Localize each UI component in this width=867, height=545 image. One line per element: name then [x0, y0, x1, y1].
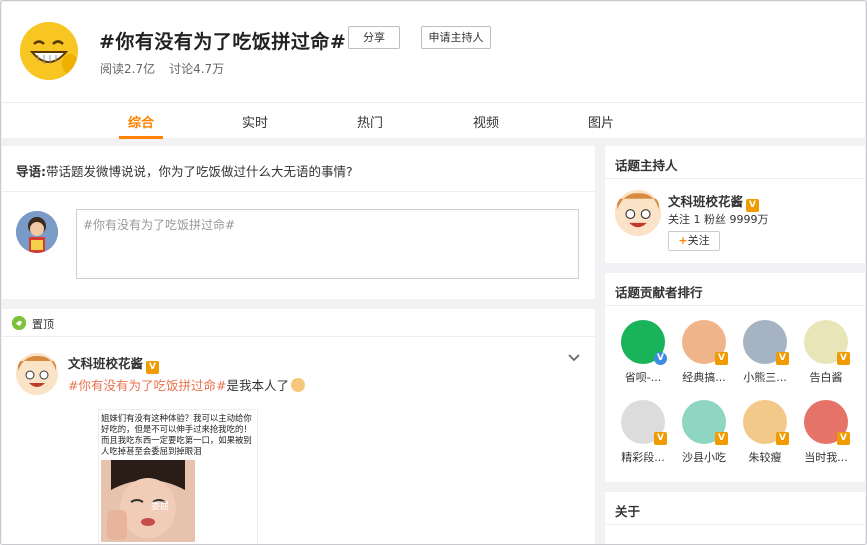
contributor-name: 朱较瘦 [748, 451, 782, 464]
contributor-item[interactable]: V 省呗-... [615, 320, 671, 385]
host-avatar[interactable] [615, 190, 661, 236]
verified-badge-icon: V [837, 432, 850, 445]
contributor-item[interactable]: V 当时我... [798, 400, 854, 465]
host-panel-title: 话题主持人 [615, 158, 678, 173]
tab-overview[interactable]: 综合 [111, 112, 171, 131]
tab-video[interactable]: 视频 [456, 112, 516, 131]
doge-emoji-icon [290, 378, 305, 392]
verified-badge-icon: V [776, 352, 789, 365]
post-image[interactable]: 姐妹们有没有这种体验？我可以主动给你好吃的，但是不可以伸手过来抢我吃的！而且我吃… [98, 409, 258, 544]
topic-emoji-icon [20, 22, 78, 80]
post-author-name[interactable]: 文科班校花酱 V [68, 353, 160, 374]
verified-badge-icon: V [776, 432, 789, 445]
about-panel: 关于 [605, 492, 865, 544]
composer-input[interactable]: #你有没有为了吃饭拼过命# [76, 209, 579, 279]
avatar[interactable]: V [682, 400, 728, 445]
image-photo [101, 460, 195, 542]
post-text-body: 是我本人了 [226, 378, 289, 393]
contributor-name: 告白酱 [809, 371, 843, 384]
host-name[interactable]: 文科班校花酱 V [668, 191, 760, 212]
host-stats: 关注 1 粉丝 9999万 [668, 213, 769, 226]
avatar[interactable]: V [804, 320, 850, 365]
divider [605, 524, 865, 525]
read-count: 阅读2.7亿 [100, 62, 156, 76]
tab-realtime[interactable]: 实时 [225, 112, 285, 131]
pin-icon [12, 316, 26, 330]
active-tab-indicator [119, 136, 163, 139]
avatar[interactable]: V [621, 320, 667, 365]
intro-text: 导语:带话题发微博说说，你为了吃饭做过什么大无语的事情? [16, 161, 353, 180]
contributor-name: 小熊三... [743, 371, 787, 384]
apply-host-button[interactable]: 申请主持人 [421, 26, 491, 49]
avatar[interactable] [16, 211, 58, 253]
plus-icon: + [678, 234, 688, 247]
verified-badge-icon: V [654, 352, 667, 365]
topic-host-panel: 话题主持人 文科班校花酱 V 关注 1 粉丝 9999万 +关注 [605, 146, 865, 263]
follow-button[interactable]: +关注 [668, 231, 720, 251]
post-author-label: 文科班校花酱 [68, 356, 144, 371]
contributor-item[interactable]: V 沙县小吃 [676, 400, 732, 465]
avatar[interactable]: V [743, 320, 789, 365]
tab-images[interactable]: 图片 [571, 112, 631, 131]
contributor-name: 当时我... [804, 451, 848, 464]
verified-badge-icon: V [654, 432, 667, 445]
topic-tabs: 综合 实时 热门 视频 图片 [2, 102, 865, 139]
discuss-count: 讨论4.7万 [169, 62, 225, 76]
topic-stats: 阅读2.7亿 讨论4.7万 [100, 60, 238, 77]
contributor-item[interactable]: V 告白酱 [798, 320, 854, 385]
verified-badge-icon: V [146, 361, 160, 374]
contributor-rank-panel: 话题贡献者排行 V 省呗-... V 经典搞... V 小熊三... V 告白酱 V 精彩段...… [605, 273, 865, 482]
contributor-name: 经典搞... [682, 371, 726, 384]
post-author-avatar[interactable] [16, 353, 58, 395]
image-overlay-text: 委屈 [151, 502, 170, 512]
host-name-label: 文科班校花酱 [668, 194, 744, 209]
topic-header: #你有没有为了吃饭拼过命# 分享 申请主持人 阅读2.7亿 讨论4.7万 [2, 2, 865, 102]
divider [605, 305, 865, 306]
contributor-item[interactable]: V 小熊三... [737, 320, 793, 385]
topic-title: #你有没有为了吃饭拼过命# [99, 31, 347, 53]
contributor-name: 省呗-... [624, 371, 662, 384]
tab-hot[interactable]: 热门 [340, 112, 400, 131]
divider [605, 178, 865, 179]
pinned-label: 置顶 [32, 318, 54, 331]
contributor-item[interactable]: V 朱较瘦 [737, 400, 793, 465]
topic-intro: 导语:带话题发微博说说，你为了吃饭做过什么大无语的事情? [2, 146, 595, 191]
contributor-item[interactable]: V 经典搞... [676, 320, 732, 385]
feed-post: 文科班校花酱 V #你有没有为了吃饭拼过命#是我本人了 姐妹们有没有这种体验？我可… [2, 337, 595, 544]
contributor-name: 精彩段... [621, 451, 665, 464]
avatar[interactable]: V [682, 320, 728, 365]
page-frame: #你有没有为了吃饭拼过命# 分享 申请主持人 阅读2.7亿 讨论4.7万 综合 实… [0, 0, 867, 545]
post-composer: #你有没有为了吃饭拼过命# [2, 191, 595, 299]
about-panel-title: 关于 [615, 504, 641, 519]
contributor-name: 沙县小吃 [682, 451, 726, 464]
avatar[interactable]: V [621, 400, 667, 445]
rank-panel-title: 话题贡献者排行 [615, 285, 703, 300]
contributor-item[interactable]: V 精彩段... [615, 400, 671, 465]
avatar[interactable]: V [743, 400, 789, 445]
verified-badge-icon: V [715, 432, 728, 445]
chevron-down-icon[interactable] [568, 351, 580, 365]
verified-badge-icon: V [837, 352, 850, 365]
share-button[interactable]: 分享 [348, 26, 400, 49]
avatar[interactable]: V [804, 400, 850, 445]
intro-body: 带话题发微博说说，你为了吃饭做过什么大无语的事情? [46, 164, 353, 179]
image-caption: 姐妹们有没有这种体验？我可以主动给你好吃的，但是不可以伸手过来抢我吃的！而且我吃… [101, 413, 252, 456]
post-hashtag[interactable]: #你有没有为了吃饭拼过命# [68, 378, 226, 393]
pinned-bar: 置顶 [2, 309, 595, 337]
verified-badge-icon: V [715, 352, 728, 365]
intro-prefix: 导语: [16, 164, 46, 179]
follow-label: 关注 [687, 234, 710, 247]
post-text: #你有没有为了吃饭拼过命#是我本人了 [68, 375, 305, 394]
